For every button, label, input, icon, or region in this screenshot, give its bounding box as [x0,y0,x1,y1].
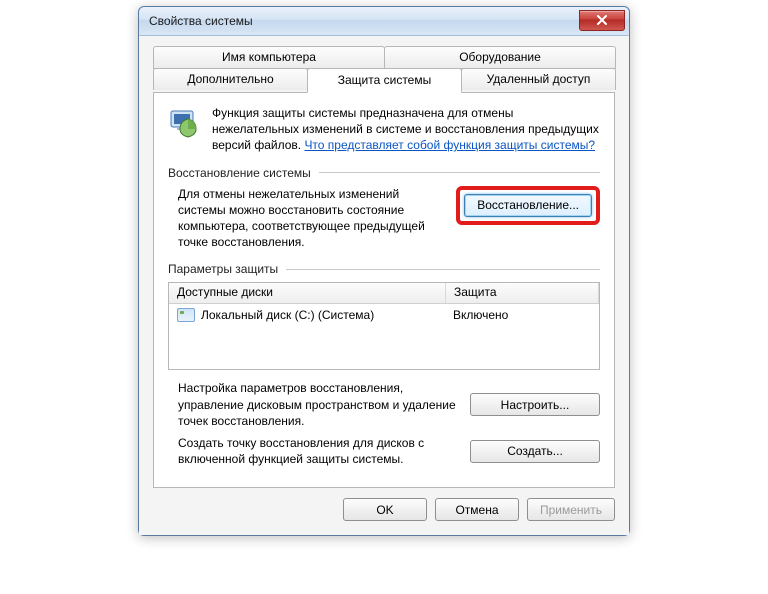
tab-page: Функция защиты системы предназначена для… [153,92,615,488]
tab-system-protection[interactable]: Защита системы [307,68,462,93]
table-row[interactable]: Локальный диск (C:) (Система) Включено [169,304,599,326]
client-area: Имя компьютера Оборудование Дополнительн… [139,36,629,535]
listview-header: Доступные диски Защита [169,283,599,304]
intro-help-link[interactable]: Что представляет собой функция защиты си… [304,138,595,152]
dialog-buttons: OK Отмена Применить [153,488,615,521]
restore-desc: Для отмены нежелательных изменений систе… [168,186,446,251]
create-restore-point-button[interactable]: Создать... [470,440,600,463]
col-protection[interactable]: Защита [446,283,599,303]
protection-section-title: Параметры защиты [168,262,278,276]
tab-remote[interactable]: Удаленный доступ [461,68,616,90]
configure-button[interactable]: Настроить... [470,393,600,416]
window-title: Свойства системы [149,14,579,28]
restore-row: Для отмены нежелательных изменений систе… [168,186,600,251]
system-properties-window: Свойства системы Имя компьютера Оборудов… [138,6,630,536]
restore-section-title: Восстановление системы [168,166,311,180]
divider [319,172,600,173]
tab-advanced[interactable]: Дополнительно [153,68,308,90]
configure-desc: Настройка параметров восстановления, упр… [168,380,460,429]
col-drives[interactable]: Доступные диски [169,283,446,303]
system-protection-icon [168,105,202,139]
apply-button[interactable]: Применить [527,498,615,521]
configure-row: Настройка параметров восстановления, упр… [168,380,600,429]
create-desc: Создать точку восстановления для дисков … [168,435,460,467]
tab-hardware[interactable]: Оборудование [384,46,616,69]
drives-listview[interactable]: Доступные диски Защита Локальный диск (C… [168,282,600,370]
create-row: Создать точку восстановления для дисков … [168,435,600,467]
tab-row-2: Дополнительно Защита системы Удаленный д… [153,68,615,93]
tab-computer-name[interactable]: Имя компьютера [153,46,385,69]
highlight-frame: Восстановление... [456,186,600,225]
titlebar: Свойства системы [139,7,629,36]
divider [286,269,600,270]
close-button[interactable] [579,10,625,31]
ok-button[interactable]: OK [343,498,427,521]
restore-section-label: Восстановление системы [168,166,600,180]
cancel-button[interactable]: Отмена [435,498,519,521]
drive-cell: Локальный диск (C:) (Система) [169,308,445,322]
system-restore-button[interactable]: Восстановление... [464,194,592,217]
tab-row-1: Имя компьютера Оборудование [153,46,615,69]
protection-status: Включено [445,308,599,322]
intro-text: Функция защиты системы предназначена для… [212,105,600,154]
drive-name: Локальный диск (C:) (Система) [201,308,374,322]
intro-row: Функция защиты системы предназначена для… [168,105,600,154]
drive-icon [177,308,195,322]
protection-section-label: Параметры защиты [168,262,600,276]
